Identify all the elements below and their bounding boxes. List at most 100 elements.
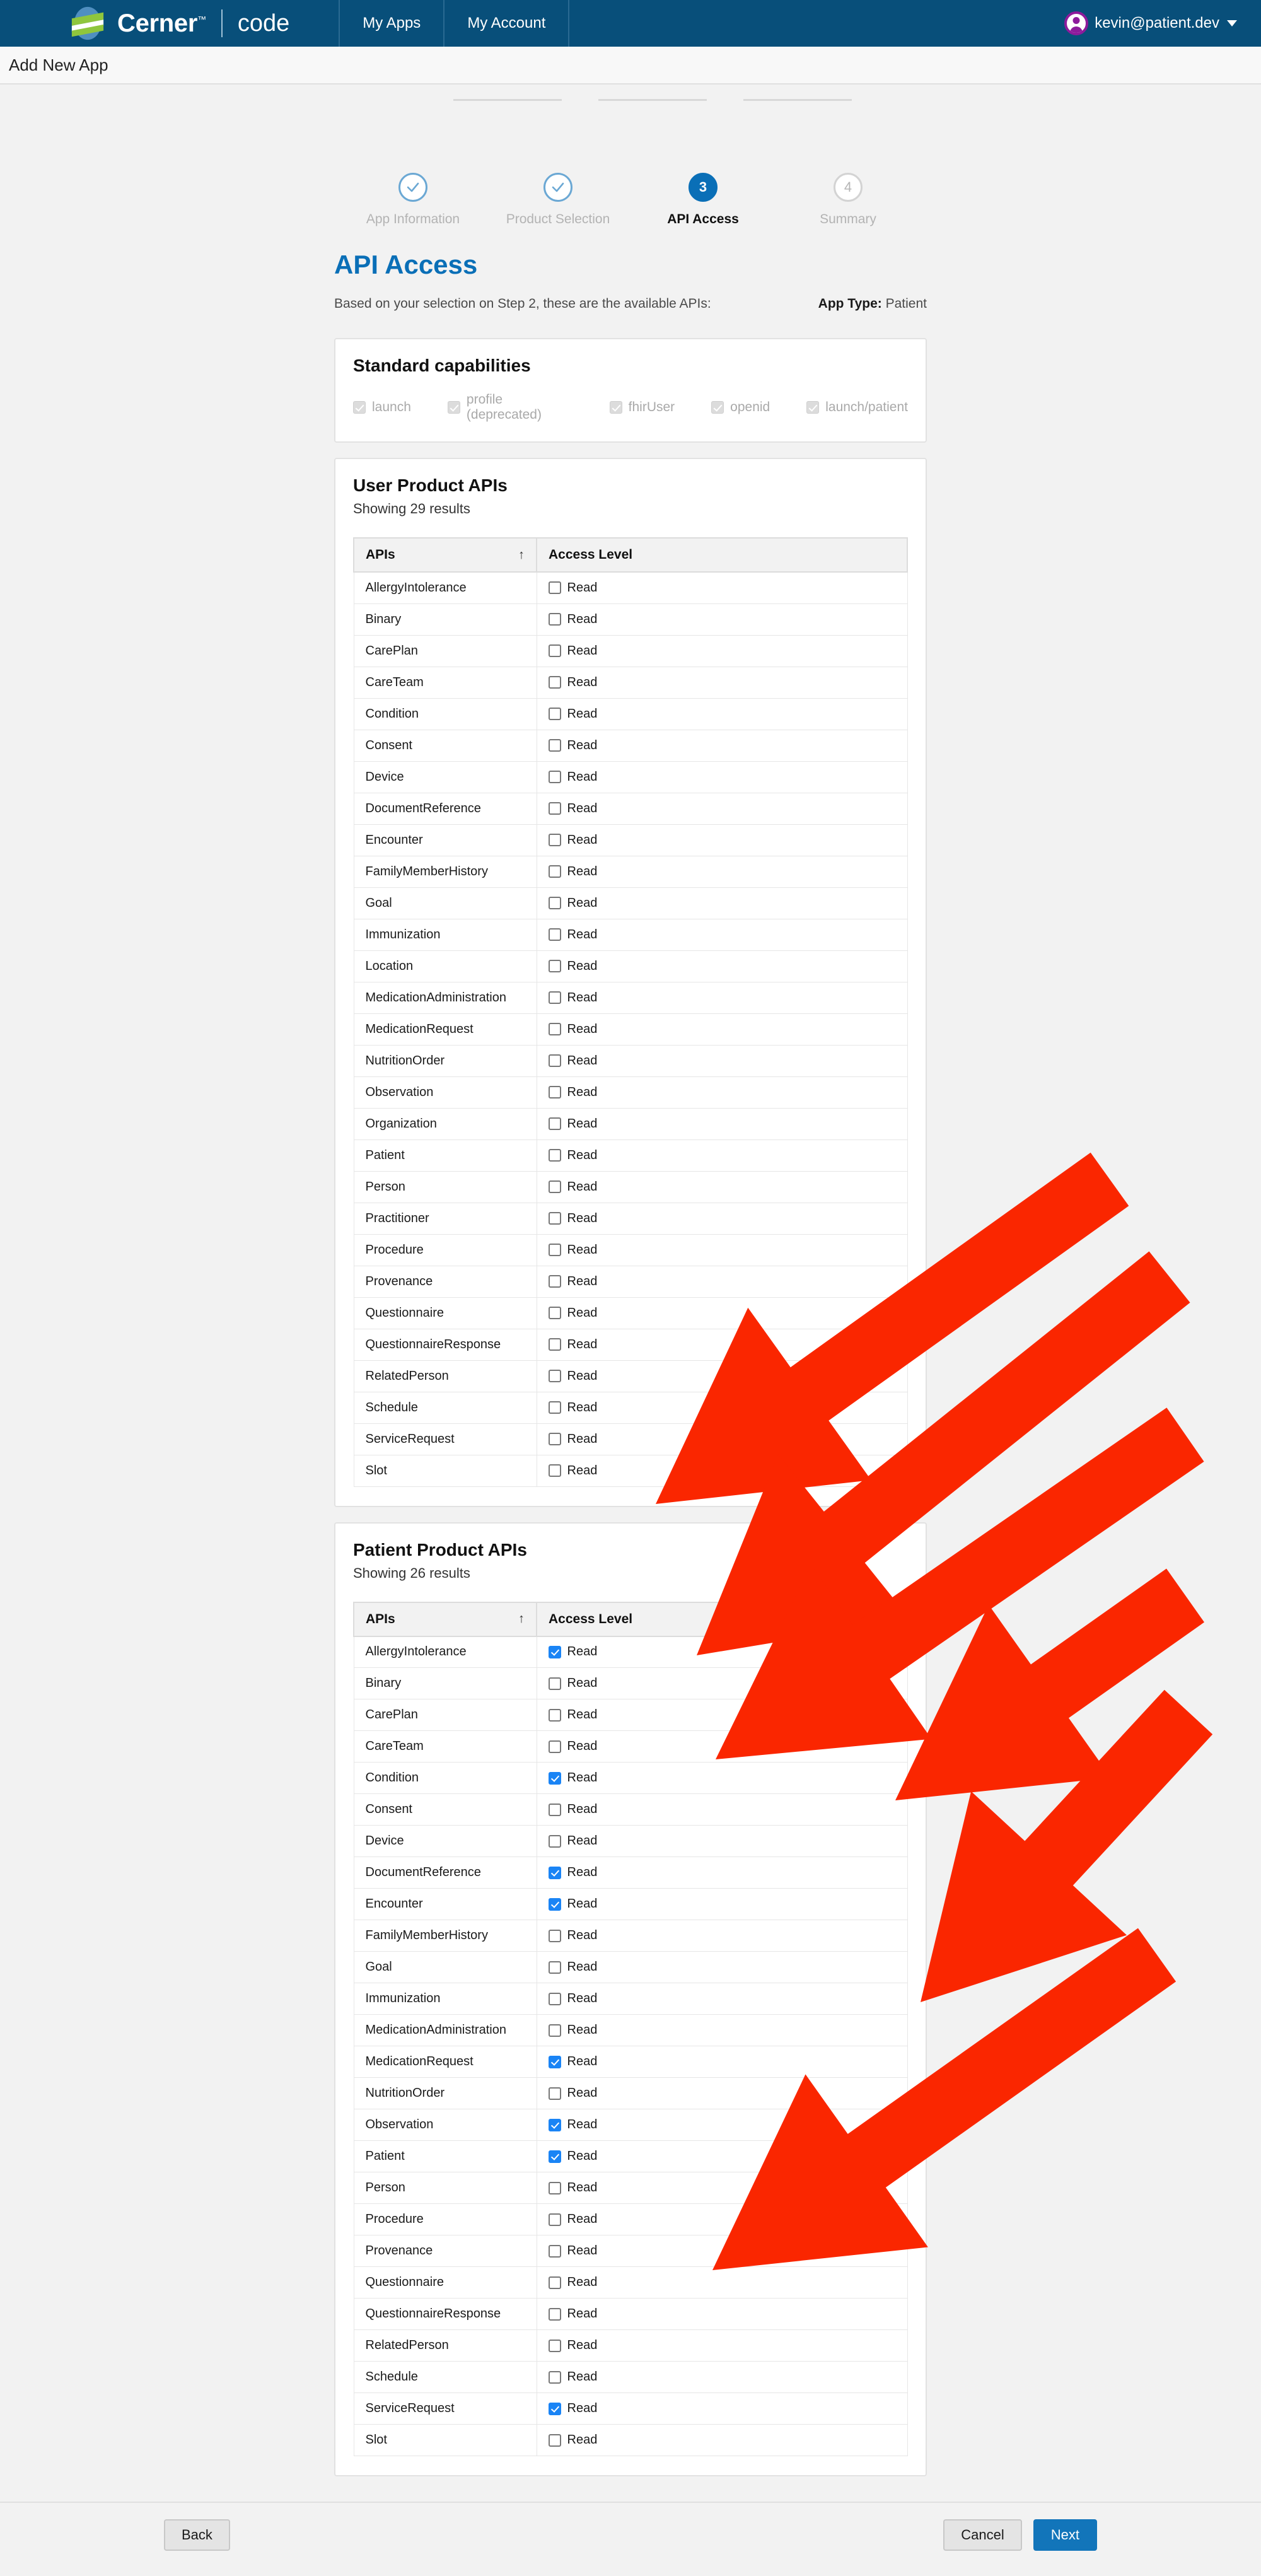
access-level-read-toggle[interactable]: Read: [548, 738, 896, 753]
access-level-read-toggle[interactable]: Read: [548, 1464, 896, 1478]
access-level-read-toggle[interactable]: Read: [548, 833, 896, 848]
access-level-read-toggle[interactable]: Read: [548, 1739, 896, 1754]
cancel-button[interactable]: Cancel: [943, 2519, 1022, 2551]
access-level-read-toggle[interactable]: Read: [548, 1211, 896, 1226]
checkbox-unchecked-icon[interactable]: [548, 2433, 561, 2447]
checkbox-unchecked-icon[interactable]: [548, 2276, 561, 2289]
checkbox-unchecked-icon[interactable]: [548, 644, 561, 657]
checkbox-unchecked-icon[interactable]: [548, 581, 561, 595]
access-level-read-toggle[interactable]: Read: [548, 1054, 896, 1068]
checkbox-checked-icon[interactable]: [548, 2402, 561, 2415]
access-level-read-toggle[interactable]: Read: [548, 2370, 896, 2384]
checkbox-unchecked-icon[interactable]: [548, 1023, 561, 1035]
access-level-read-toggle[interactable]: Read: [548, 2307, 896, 2321]
access-level-read-toggle[interactable]: Read: [548, 1117, 896, 1131]
checkbox-unchecked-icon[interactable]: [548, 676, 561, 689]
checkbox-unchecked-icon[interactable]: [548, 1961, 561, 1974]
nav-item-my-account[interactable]: My Account: [443, 0, 570, 47]
checkbox-checked-icon[interactable]: [548, 1645, 561, 1658]
checkbox-unchecked-icon[interactable]: [548, 1803, 561, 1816]
access-level-read-toggle[interactable]: Read: [548, 1432, 896, 1447]
checkbox-unchecked-icon[interactable]: [548, 1433, 561, 1445]
checkbox-checked-icon[interactable]: [548, 2150, 561, 2163]
access-level-read-toggle[interactable]: Read: [548, 581, 896, 595]
access-level-read-toggle[interactable]: Read: [548, 896, 896, 911]
checkbox-unchecked-icon[interactable]: [548, 1054, 561, 1067]
access-level-read-toggle[interactable]: Read: [548, 2212, 896, 2227]
access-level-read-toggle[interactable]: Read: [548, 2118, 896, 2132]
access-level-read-toggle[interactable]: Read: [548, 612, 896, 627]
stepper-step-summary[interactable]: 4 Summary: [776, 173, 921, 227]
brand-logo[interactable]: Cerner™ code: [0, 0, 289, 47]
checkbox-unchecked-icon[interactable]: [548, 802, 561, 815]
checkbox-unchecked-icon[interactable]: [548, 865, 561, 878]
checkbox-unchecked-icon[interactable]: [548, 928, 561, 941]
access-level-read-toggle[interactable]: Read: [548, 2054, 896, 2069]
checkbox-unchecked-icon[interactable]: [548, 1740, 561, 1753]
stepper-step-app-information[interactable]: App Information: [340, 173, 485, 227]
access-level-read-toggle[interactable]: Read: [548, 1338, 896, 1352]
checkbox-unchecked-icon[interactable]: [548, 2213, 561, 2226]
access-level-read-toggle[interactable]: Read: [548, 1306, 896, 1320]
checkbox-unchecked-icon[interactable]: [548, 991, 561, 1004]
access-level-read-toggle[interactable]: Read: [548, 2401, 896, 2416]
checkbox-unchecked-icon[interactable]: [548, 1992, 561, 2005]
checkbox-unchecked-icon[interactable]: [548, 1149, 561, 1162]
checkbox-unchecked-icon[interactable]: [548, 2370, 561, 2384]
access-level-read-toggle[interactable]: Read: [548, 1645, 896, 1659]
access-level-read-toggle[interactable]: Read: [548, 959, 896, 974]
column-header-apis[interactable]: APIs ↑: [353, 1601, 537, 1637]
access-level-read-toggle[interactable]: Read: [548, 865, 896, 879]
checkbox-unchecked-icon[interactable]: [548, 2181, 561, 2194]
back-button[interactable]: Back: [164, 2519, 230, 2551]
access-level-read-toggle[interactable]: Read: [548, 1243, 896, 1257]
checkbox-unchecked-icon[interactable]: [548, 1338, 561, 1351]
user-menu[interactable]: kevin@patient.dev: [1064, 0, 1261, 47]
access-level-read-toggle[interactable]: Read: [548, 1022, 896, 1037]
checkbox-unchecked-icon[interactable]: [548, 1275, 561, 1288]
column-header-access-level[interactable]: Access Level: [536, 537, 908, 573]
checkbox-unchecked-icon[interactable]: [548, 1086, 561, 1099]
access-level-read-toggle[interactable]: Read: [548, 1865, 896, 1880]
checkbox-unchecked-icon[interactable]: [548, 1677, 561, 1690]
checkbox-unchecked-icon[interactable]: [548, 708, 561, 720]
column-header-apis[interactable]: APIs ↑: [353, 537, 537, 573]
checkbox-unchecked-icon[interactable]: [548, 1180, 561, 1193]
access-level-read-toggle[interactable]: Read: [548, 1708, 896, 1722]
access-level-read-toggle[interactable]: Read: [548, 2275, 896, 2290]
access-level-read-toggle[interactable]: Read: [548, 1960, 896, 1974]
checkbox-unchecked-icon[interactable]: [548, 2024, 561, 2037]
access-level-read-toggle[interactable]: Read: [548, 1274, 896, 1289]
checkbox-checked-icon[interactable]: [548, 1771, 561, 1785]
next-button[interactable]: Next: [1033, 2519, 1097, 2551]
access-level-read-toggle[interactable]: Read: [548, 1991, 896, 2006]
checkbox-checked-icon[interactable]: [548, 1866, 561, 1879]
access-level-read-toggle[interactable]: Read: [548, 1180, 896, 1194]
access-level-read-toggle[interactable]: Read: [548, 2244, 896, 2258]
nav-item-my-apps[interactable]: My Apps: [339, 0, 445, 47]
access-level-read-toggle[interactable]: Read: [548, 1369, 896, 1384]
checkbox-unchecked-icon[interactable]: [548, 771, 561, 783]
access-level-read-toggle[interactable]: Read: [548, 928, 896, 942]
checkbox-unchecked-icon[interactable]: [548, 960, 561, 972]
access-level-read-toggle[interactable]: Read: [548, 770, 896, 784]
checkbox-unchecked-icon[interactable]: [548, 1708, 561, 1722]
checkbox-unchecked-icon[interactable]: [548, 1834, 561, 1848]
access-level-read-toggle[interactable]: Read: [548, 675, 896, 690]
checkbox-unchecked-icon[interactable]: [548, 1370, 561, 1382]
access-level-read-toggle[interactable]: Read: [548, 1148, 896, 1163]
checkbox-unchecked-icon[interactable]: [548, 1117, 561, 1130]
checkbox-unchecked-icon[interactable]: [548, 1401, 561, 1414]
checkbox-checked-icon[interactable]: [548, 2055, 561, 2068]
access-level-read-toggle[interactable]: Read: [548, 1401, 896, 1415]
access-level-read-toggle[interactable]: Read: [548, 707, 896, 721]
access-level-read-toggle[interactable]: Read: [548, 2023, 896, 2037]
checkbox-unchecked-icon[interactable]: [548, 1307, 561, 1319]
access-level-read-toggle[interactable]: Read: [548, 1834, 896, 1848]
access-level-read-toggle[interactable]: Read: [548, 1771, 896, 1785]
checkbox-checked-icon[interactable]: [548, 2118, 561, 2131]
access-level-read-toggle[interactable]: Read: [548, 1676, 896, 1691]
access-level-read-toggle[interactable]: Read: [548, 801, 896, 816]
checkbox-unchecked-icon[interactable]: [548, 613, 561, 626]
access-level-read-toggle[interactable]: Read: [548, 644, 896, 658]
